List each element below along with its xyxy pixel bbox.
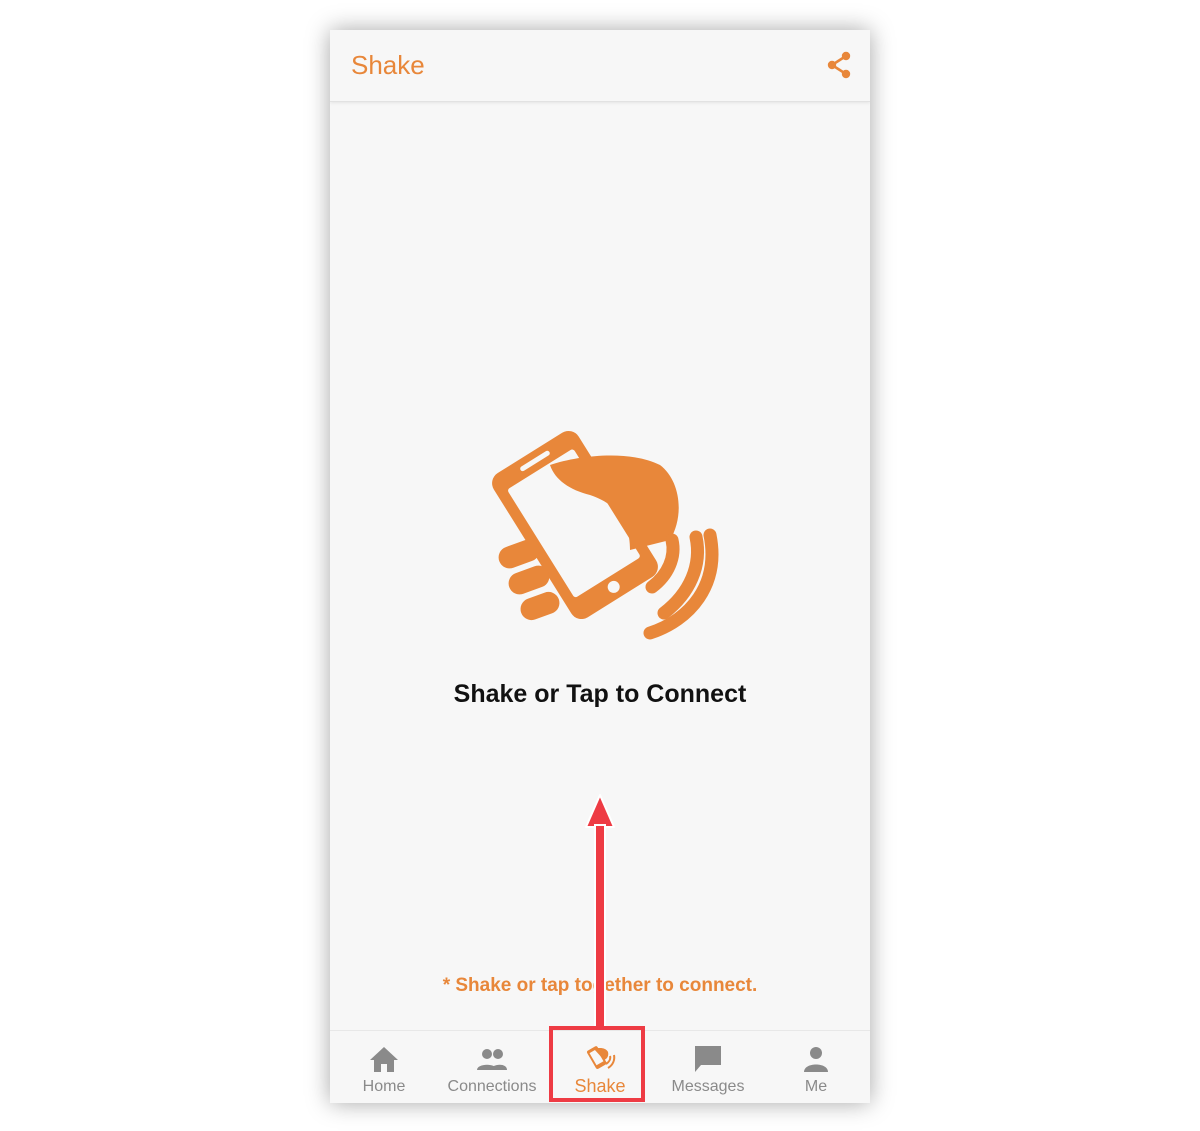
app-bar: Shake [330,30,870,102]
nav-item-me[interactable]: Me [762,1031,870,1103]
page-title: Shake [351,50,425,80]
nav-label-messages: Messages [671,1078,745,1095]
nav-item-connections[interactable]: Connections [438,1031,546,1103]
share-icon [827,51,851,79]
person-icon [804,1047,828,1072]
headline: Shake or Tap to Connect [453,680,747,708]
home-icon [370,1047,398,1072]
nav-item-home[interactable]: Home [330,1031,438,1103]
nav-label-me: Me [804,1078,828,1095]
people-icon [477,1049,507,1070]
annotation-arrow [585,794,615,1028]
nav-label-connections: Connections [447,1078,537,1095]
share-button[interactable] [824,50,854,80]
chat-icon [695,1046,721,1072]
hand-shaking-phone-icon[interactable] [480,425,720,645]
annotation-highlight-box [549,1026,645,1102]
nav-item-messages[interactable]: Messages [654,1031,762,1103]
nav-label-home: Home [362,1078,406,1095]
